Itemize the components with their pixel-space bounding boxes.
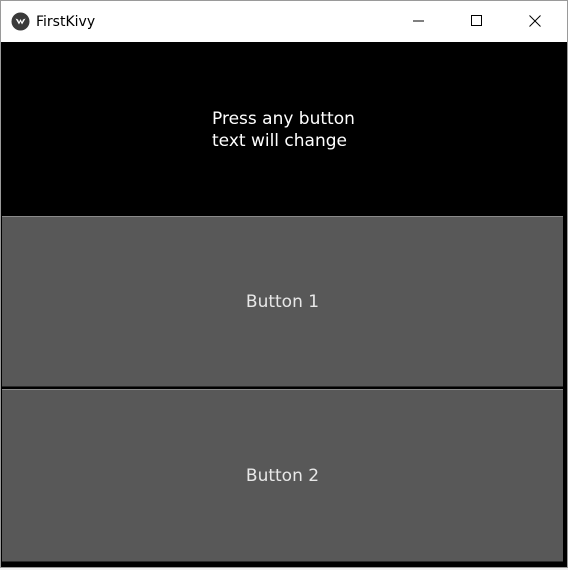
status-label-area: Press any button text will change <box>1 42 567 216</box>
minimize-button[interactable] <box>390 1 448 42</box>
title-bar[interactable]: FirstKivy <box>1 1 567 42</box>
kivy-logo-icon <box>11 12 30 31</box>
maximize-icon <box>471 12 483 31</box>
status-label: Press any button text will change <box>212 109 355 151</box>
app-window: FirstKivy Press any button text will cha… <box>0 0 568 568</box>
maximize-button[interactable] <box>448 1 506 42</box>
button-2[interactable]: Button 2 <box>2 389 563 562</box>
app-content: Press any button text will change Button… <box>1 42 567 567</box>
close-icon <box>529 12 541 31</box>
minimize-icon <box>413 12 425 31</box>
button-1-label: Button 1 <box>245 291 320 312</box>
button-2-label: Button 2 <box>245 465 320 486</box>
close-button[interactable] <box>506 1 564 42</box>
button-1[interactable]: Button 1 <box>2 216 563 387</box>
window-title: FirstKivy <box>36 14 96 30</box>
